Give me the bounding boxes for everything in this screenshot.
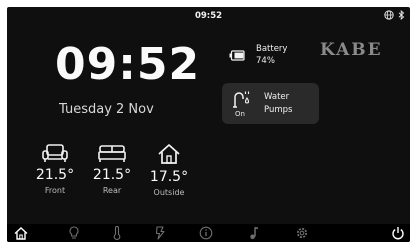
settings-icon <box>296 227 308 239</box>
nav-power-off[interactable] <box>390 226 406 240</box>
nav-music[interactable] <box>246 226 262 240</box>
battery-icon <box>229 49 245 61</box>
faucet-icon <box>233 91 250 108</box>
water-pumps-state: On <box>235 110 245 118</box>
rear-temperature-value: 21.5° <box>92 167 132 183</box>
nav-lights[interactable] <box>66 226 82 240</box>
power-lightning-icon <box>155 226 165 240</box>
outside-temperature-value: 17.5° <box>149 169 189 185</box>
info-icon <box>199 226 213 240</box>
thermometer-icon <box>113 226 121 240</box>
nav-home[interactable] <box>13 226 29 240</box>
rear-temperature-label: Rear <box>102 186 122 195</box>
battery-value: 74% <box>256 56 275 66</box>
screen: 09:52 09:52 Tuesday 2 Nov 21.5° Front 21… <box>7 7 410 242</box>
water-pumps-label-line1: Water <box>264 92 290 102</box>
music-icon <box>250 226 259 240</box>
bottom-navbar <box>7 224 410 242</box>
water-pumps-button[interactable]: On Water Pumps <box>222 83 319 124</box>
lightbulb-icon <box>69 226 79 239</box>
front-temperature-value: 21.5° <box>35 167 75 183</box>
globe-icon <box>384 10 394 20</box>
kabe-logo: KABE <box>320 40 383 60</box>
battery-label: Battery <box>256 44 288 54</box>
front-temperature-label: Front <box>44 186 66 195</box>
home-icon <box>14 226 28 240</box>
nav-settings[interactable] <box>294 226 310 240</box>
outside-temperature-label: Outside <box>153 188 185 197</box>
nav-climate[interactable] <box>109 226 125 240</box>
date-label: Tuesday 2 Nov <box>59 102 154 117</box>
house-icon <box>158 144 180 164</box>
outside-temperature[interactable]: 17.5° Outside <box>146 143 192 197</box>
status-bar-time: 09:52 <box>194 11 223 21</box>
rear-temperature[interactable]: 21.5° Rear <box>89 143 135 195</box>
front-temperature[interactable]: 21.5° Front <box>32 143 78 195</box>
battery-status[interactable]: Battery 74% <box>229 43 287 67</box>
main-clock: 09:52 <box>55 39 201 90</box>
status-icons <box>384 10 405 20</box>
nav-power[interactable] <box>152 226 168 240</box>
sofa-icon <box>42 144 68 162</box>
bed-icon <box>98 145 126 162</box>
bluetooth-icon <box>398 10 405 20</box>
nav-info[interactable] <box>198 226 214 240</box>
power-icon <box>392 227 404 240</box>
water-pumps-label-line2: Pumps <box>264 105 293 115</box>
